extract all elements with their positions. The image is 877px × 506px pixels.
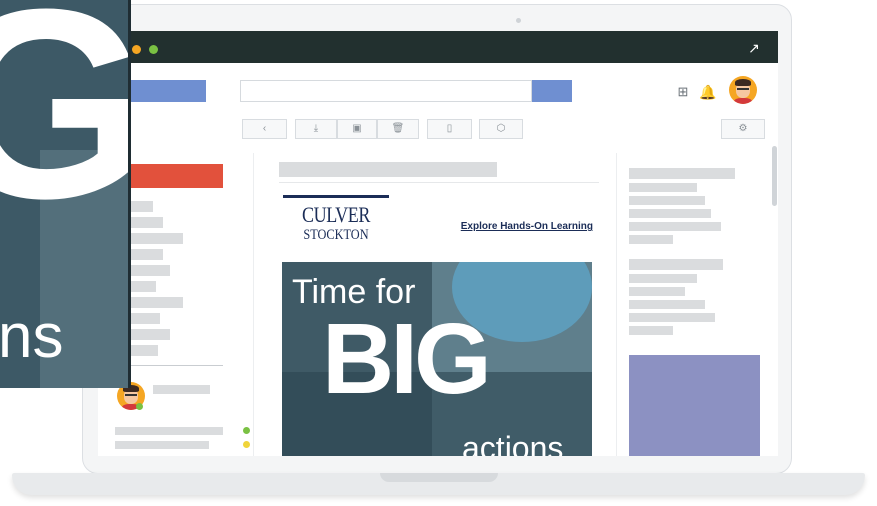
delete-button[interactable]: 🗑 <box>377 119 419 139</box>
archive-button[interactable]: ▣ <box>337 119 377 139</box>
hero-headline-big: BIG <box>322 303 492 415</box>
ad-banner[interactable] <box>629 355 760 456</box>
search-input[interactable] <box>240 80 532 102</box>
hero-banner[interactable]: Time for BIG actions <box>282 262 592 456</box>
hero-headline-line3: actions <box>462 430 564 456</box>
presence-dot-green <box>243 427 250 434</box>
tag-button[interactable]: ⬡ <box>479 119 523 139</box>
logo-rule <box>283 195 389 198</box>
laptop-notch <box>380 473 498 482</box>
email-header: CULVER STOCKTON Explore Hands-On Learnin… <box>283 195 593 257</box>
panel-line <box>629 259 723 270</box>
scrollbar[interactable] <box>772 146 777 206</box>
avatar-shirt <box>734 97 752 104</box>
apps-grid-icon[interactable]: ⊞ <box>675 84 691 100</box>
maximize-window-button[interactable] <box>149 45 158 54</box>
avatar-hair <box>735 79 751 87</box>
logo-line-1: CULVER <box>301 202 371 227</box>
panel-line <box>629 300 705 309</box>
panel-line <box>629 287 685 296</box>
camera-dot <box>516 18 521 23</box>
download-button[interactable]: ⤓ <box>295 119 337 139</box>
avatar-glasses <box>124 394 138 397</box>
contact-line[interactable] <box>115 441 209 449</box>
message-subject <box>279 162 497 177</box>
panel-line <box>629 168 735 179</box>
contact-name <box>153 385 210 394</box>
search-button[interactable] <box>532 80 572 102</box>
window-titlebar: ↗ <box>98 31 778 63</box>
explore-link[interactable]: Explore Hands-On Learning <box>461 221 593 232</box>
panel-line <box>629 274 697 283</box>
overlay-edge <box>128 0 131 388</box>
panel-line <box>629 313 715 322</box>
back-button[interactable]: ‹ <box>242 119 287 139</box>
panel-line <box>629 222 721 231</box>
app-screen: ↗ ⊞ 🔔 ‹ ⤓ ▣ 🗑 ▯ ⬡ ⚙ CULVER STOCKTON Expl… <box>98 31 778 456</box>
sidebar-divider <box>116 365 223 366</box>
file-button[interactable]: ▯ <box>427 119 472 139</box>
avatar-glasses <box>736 88 750 91</box>
panel-line <box>629 235 673 244</box>
expand-icon[interactable]: ↗ <box>746 40 762 56</box>
panel-line <box>629 326 673 335</box>
overlay-word-fragment: ns <box>0 302 64 371</box>
app-header: ⊞ 🔔 <box>98 63 778 118</box>
panel-line <box>629 183 697 192</box>
settings-button[interactable]: ⚙ <box>721 119 765 139</box>
panel-line <box>629 209 711 218</box>
contact-line[interactable] <box>115 427 223 435</box>
right-panel <box>616 153 778 456</box>
presence-dot-yellow <box>243 441 250 448</box>
minimize-window-button[interactable] <box>132 45 141 54</box>
message-divider <box>279 182 599 183</box>
logo-line-2: STOCKTON <box>303 227 369 243</box>
message-toolbar: ‹ ⤓ ▣ 🗑 ▯ ⬡ ⚙ <box>98 117 778 143</box>
overlay-image-panel: G ns <box>0 0 131 388</box>
overlay-big-letter: G <box>0 0 131 255</box>
bell-icon[interactable]: 🔔 <box>699 84 716 100</box>
avatar[interactable] <box>729 76 757 104</box>
online-status-dot <box>136 403 143 410</box>
panel-line <box>629 196 705 205</box>
